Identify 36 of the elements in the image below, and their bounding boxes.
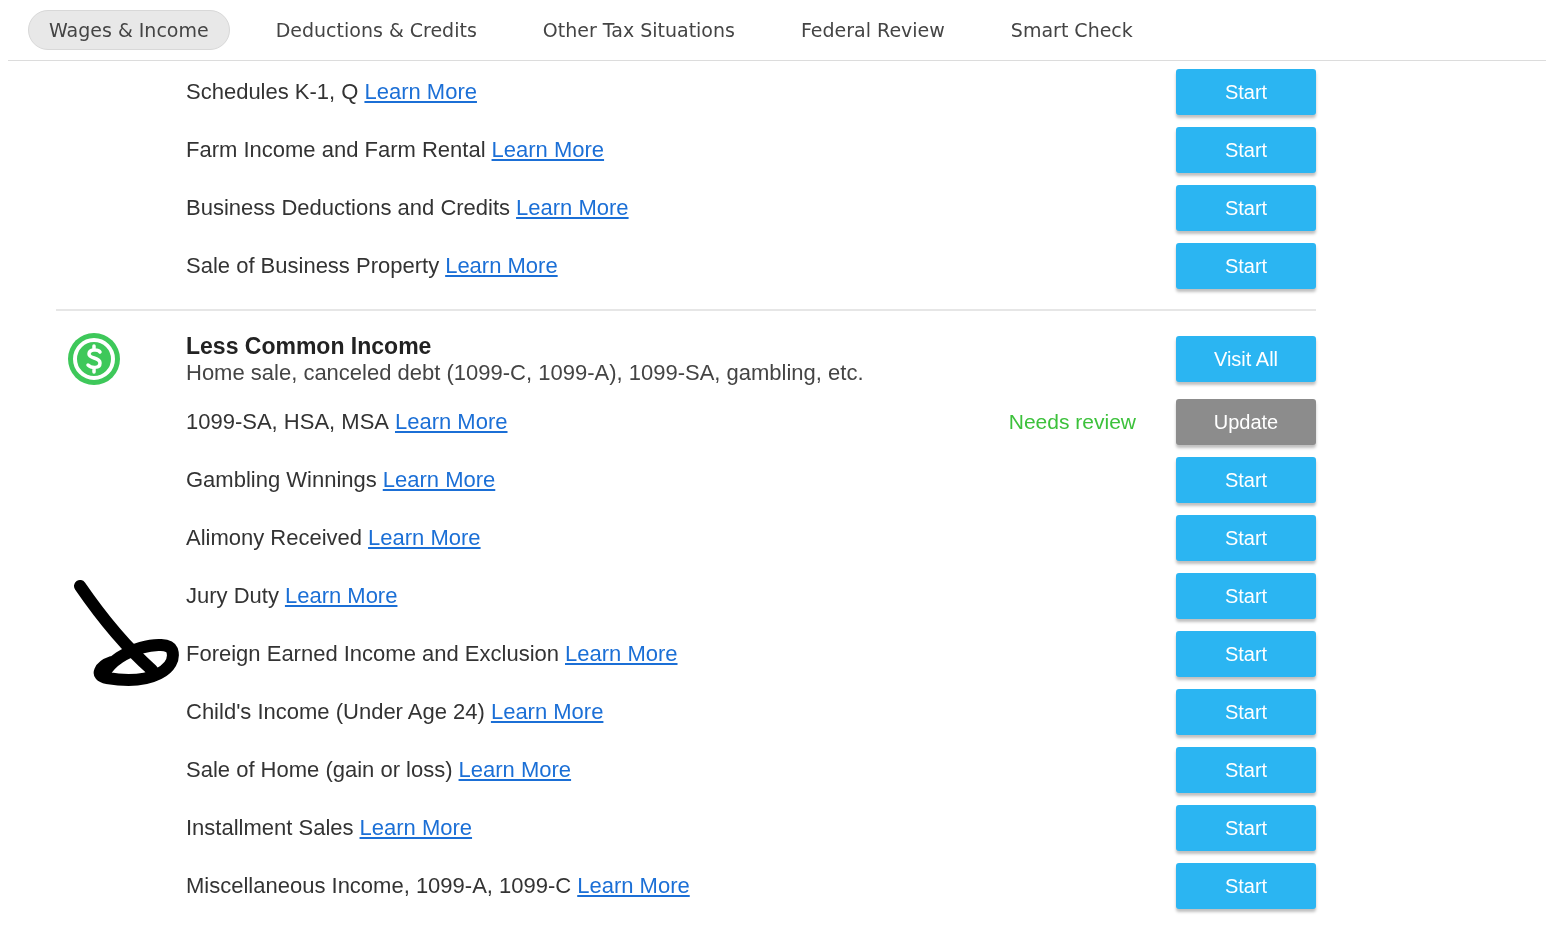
item-label: Alimony Received xyxy=(186,525,363,550)
item-label: Child's Income (Under Age 24) xyxy=(186,699,485,724)
learn-more-link[interactable]: Learn More xyxy=(516,195,629,220)
item-label: Farm Income and Farm Rental xyxy=(186,137,486,162)
item-label: 1099-SA, HSA, MSA xyxy=(186,409,389,434)
item-label: Foreign Earned Income and Exclusion xyxy=(186,641,559,666)
nav-tab[interactable]: Wages & Income xyxy=(28,10,230,50)
learn-more-link[interactable]: Learn More xyxy=(368,525,481,550)
learn-more-link[interactable]: Learn More xyxy=(490,699,604,724)
section-title: Less Common Income xyxy=(186,332,433,360)
learn-more-link[interactable]: Learn More xyxy=(382,467,496,492)
learn-more-link[interactable]: Learn More xyxy=(458,757,572,782)
learn-more-link[interactable]: Learn More xyxy=(284,583,398,608)
item-label: Jury Duty xyxy=(186,583,279,608)
section-description: Home sale, canceled debt (1099-C, 1099-A), 1099-SA, gambling, etc. xyxy=(186,359,865,386)
item-label: Sale of Business Property xyxy=(186,253,440,278)
item-label: Schedules K-1, Q xyxy=(186,79,359,104)
item-label: Installment Sales xyxy=(186,815,354,840)
nav-tab[interactable]: Other Tax Situations xyxy=(522,11,755,49)
learn-more-link[interactable]: Learn More xyxy=(445,253,558,278)
nav-tab[interactable]: Deductions & Credits xyxy=(255,11,497,49)
nav-tab[interactable]: Federal Review xyxy=(780,11,965,49)
update-button[interactable]: Update xyxy=(1176,399,1316,445)
learn-more-link[interactable]: Learn More xyxy=(364,79,477,104)
nav-tab[interactable]: Smart Check xyxy=(990,11,1153,49)
learn-more-link[interactable]: Learn More xyxy=(577,873,690,898)
learn-more-link[interactable]: Learn More xyxy=(395,409,508,434)
status-text: Needs review xyxy=(1008,410,1136,434)
learn-more-link[interactable]: Learn More xyxy=(359,815,473,840)
item-label: Miscellaneous Income, 1099-A, 1099-C xyxy=(186,873,572,898)
learn-more-link[interactable]: Learn More xyxy=(565,641,678,666)
item-label: Gambling Winnings xyxy=(186,467,377,492)
item-label: Business Deductions and Credits xyxy=(186,195,511,220)
item-label: Sale of Home (gain or loss) xyxy=(186,757,453,782)
dollar-icon xyxy=(66,331,122,387)
learn-more-link[interactable]: Learn More xyxy=(491,137,605,162)
